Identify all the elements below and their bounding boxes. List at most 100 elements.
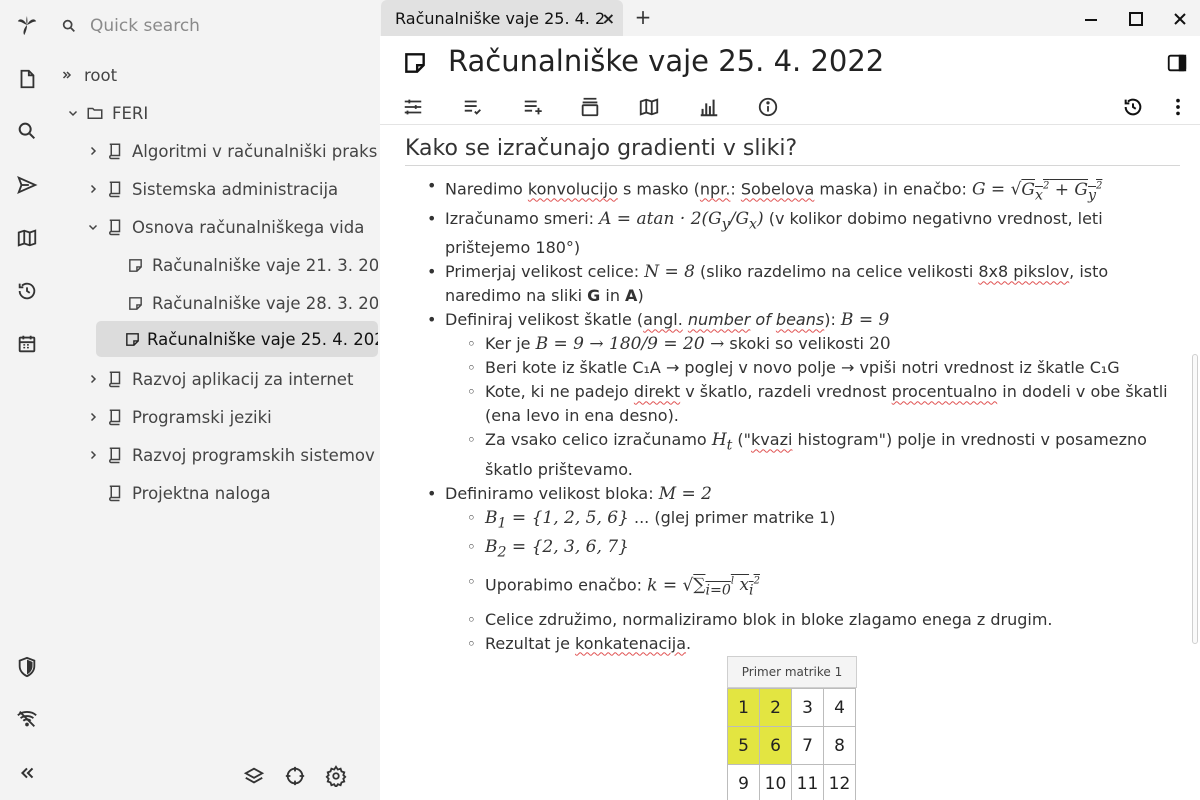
tree-item-root[interactable]: root bbox=[56, 56, 117, 94]
note-icon bbox=[124, 257, 146, 274]
chevron-right-icon[interactable] bbox=[82, 411, 104, 423]
gear-icon[interactable] bbox=[324, 764, 348, 788]
protected-session-icon[interactable] bbox=[7, 647, 47, 687]
note-title[interactable]: Računalniške vaje 25. 4. 2022 bbox=[448, 44, 884, 78]
list-item: Uporabimo enačbo: k = √∑i=0l xi2 bbox=[463, 565, 1180, 608]
table-cell: 4 bbox=[823, 688, 856, 727]
tab-active-note[interactable]: Računalniške vaje 25. 4. 2 × bbox=[381, 0, 623, 36]
chevron-down-icon[interactable] bbox=[82, 221, 104, 233]
note-map-icon[interactable] bbox=[636, 94, 662, 120]
tab-bar: Računalniške vaje 25. 4. 2 × + bbox=[380, 0, 1200, 36]
quick-search bbox=[54, 6, 374, 46]
note-content[interactable]: Kako se izračunajo gradienti v sliki? Na… bbox=[405, 136, 1180, 800]
math-gradient-magnitude: G = √Gx2 + Gy2 bbox=[971, 179, 1103, 204]
matrix-table: Primer matrike 1 1 2 3 4 5 6 7 8 9 10 11… bbox=[727, 656, 857, 800]
note-title-row: Računalniške vaje 25. 4. 2022 bbox=[380, 36, 1200, 90]
chevron-right-icon[interactable] bbox=[82, 449, 104, 461]
trilium-logo-icon[interactable] bbox=[7, 5, 47, 45]
tab-title: Računalniške vaje 25. 4. 2 bbox=[395, 8, 606, 28]
tree-item-algoritmi[interactable]: Algoritmi v računalniški praksi bbox=[82, 132, 378, 170]
window-close-icon[interactable] bbox=[1169, 8, 1191, 30]
tree-item-osnova[interactable]: Osnova računalniškega vida bbox=[82, 208, 364, 246]
add-list-icon[interactable] bbox=[520, 94, 546, 120]
checklist-icon[interactable] bbox=[460, 94, 486, 120]
sync-status-icon[interactable] bbox=[7, 699, 47, 739]
tree-item-projektna-naloga[interactable]: Projektna naloga bbox=[104, 474, 271, 512]
tree-item-label: Razvoj aplikacij za internet bbox=[132, 369, 354, 389]
table-cell: 10 bbox=[759, 764, 792, 800]
tree-item-razvoj-sistemov[interactable]: Razvoj programskih sistemov bbox=[82, 436, 375, 474]
list-item: Definiraj velikost škatle (angl. number … bbox=[423, 308, 1180, 481]
crosshair-icon[interactable] bbox=[283, 764, 307, 788]
content-heading: Kako se izračunajo gradienti v sliki? bbox=[405, 136, 1180, 166]
toggle-right-pane-icon[interactable] bbox=[1166, 52, 1188, 78]
tree-item-razvoj-aplikacij[interactable]: Razvoj aplikacij za internet bbox=[82, 360, 353, 398]
table-cell: 3 bbox=[791, 688, 824, 727]
chevron-right-icon[interactable] bbox=[82, 183, 104, 195]
list-item: B1 = {1, 2, 5, 6} ... (glej primer matri… bbox=[463, 506, 1180, 535]
history-icon[interactable] bbox=[7, 271, 47, 311]
minimize-icon[interactable] bbox=[1080, 8, 1102, 30]
tree-item-sistemska[interactable]: Sistemska administracija bbox=[82, 170, 338, 208]
note-tree-panel: root FERI Algoritmi v računalniški praks… bbox=[54, 0, 378, 800]
table-row: 9 10 11 12 bbox=[727, 764, 856, 800]
tree-item-label: FERI bbox=[112, 103, 149, 123]
table-cell: 6 bbox=[759, 726, 792, 765]
note-icon[interactable] bbox=[402, 50, 428, 80]
map-icon[interactable] bbox=[7, 218, 47, 258]
search-icon[interactable] bbox=[7, 111, 47, 151]
tree-item-label: Razvoj programskih sistemov bbox=[132, 445, 375, 465]
tree-item-label: Osnova računalniškega vida bbox=[132, 217, 365, 237]
maximize-icon[interactable] bbox=[1125, 8, 1147, 30]
layers-icon[interactable] bbox=[242, 764, 266, 788]
matrix-grid: 1 2 3 4 5 6 7 8 9 10 11 12 bbox=[727, 688, 856, 800]
folder-icon bbox=[84, 104, 106, 122]
math-norm: k = √∑i=0l xi2 bbox=[647, 575, 760, 599]
send-icon[interactable] bbox=[7, 165, 47, 205]
tree-item-vaje-28-3[interactable]: Računalniške vaje 28. 3. 2022 bbox=[124, 284, 378, 322]
math-block-size: M = 2 bbox=[658, 483, 712, 504]
quick-search-input[interactable] bbox=[90, 16, 350, 36]
book-icon bbox=[104, 180, 126, 198]
math-bin-size: B = 9 bbox=[840, 310, 890, 331]
tree-item-programski-jeziki[interactable]: Programski jeziki bbox=[82, 398, 272, 436]
list-item: Celice združimo, normaliziramo blok in b… bbox=[463, 608, 1180, 632]
table-cell: 8 bbox=[823, 726, 856, 765]
calendar-icon[interactable] bbox=[7, 324, 47, 364]
tree-item-feri[interactable]: FERI bbox=[62, 94, 148, 132]
table-cell: 12 bbox=[823, 764, 856, 800]
ribbon-divider bbox=[380, 124, 1200, 125]
chevron-right-icon[interactable] bbox=[82, 145, 104, 157]
chevron-down-icon[interactable] bbox=[62, 107, 84, 119]
note-properties-icon[interactable] bbox=[400, 94, 426, 120]
tree-footer bbox=[242, 764, 348, 788]
book-icon bbox=[104, 142, 126, 160]
list-item: Izračunamo smeri: A = atan · 2(Gy/Gx) (v… bbox=[423, 207, 1180, 260]
new-note-icon[interactable] bbox=[7, 59, 47, 99]
bar-chart-icon[interactable] bbox=[696, 94, 722, 120]
new-tab-button[interactable]: + bbox=[632, 5, 654, 29]
table-caption: Primer matrike 1 bbox=[727, 656, 857, 688]
scrollbar[interactable] bbox=[1192, 354, 1198, 644]
double-chevron-right-icon[interactable] bbox=[56, 69, 78, 81]
list-item: Za vsako celico izračunamo Ht ("kvazi hi… bbox=[463, 428, 1180, 481]
info-icon[interactable] bbox=[755, 94, 781, 120]
chevron-right-icon[interactable] bbox=[82, 373, 104, 385]
more-menu-icon[interactable] bbox=[1165, 94, 1191, 120]
tree-item-label: Projektna naloga bbox=[132, 483, 271, 503]
content-list: Naredimo konvolucijo s masko (npr.: Sobe… bbox=[423, 174, 1180, 656]
tree-item-label: Računalniške vaje 21. 3. 2022 bbox=[152, 255, 378, 275]
note-detail: Računalniške vaje 25. 4. 2022 Kako se iz… bbox=[380, 36, 1200, 800]
close-tab-icon[interactable]: × bbox=[602, 9, 615, 28]
collapse-launcher-icon[interactable] bbox=[7, 753, 47, 793]
tree-item-vaje-25-4[interactable]: Računalniške vaje 25. 4. 2022 bbox=[96, 321, 378, 357]
table-cell: 1 bbox=[727, 688, 760, 727]
collection-icon[interactable] bbox=[577, 94, 603, 120]
tree-item-vaje-21-3[interactable]: Računalniške vaje 21. 3. 2022 bbox=[124, 246, 378, 284]
table-cell: 9 bbox=[727, 764, 760, 800]
book-icon bbox=[104, 408, 126, 426]
tree-item-label: Algoritmi v računalniški praksi bbox=[132, 141, 378, 161]
table-cell: 2 bbox=[759, 688, 792, 727]
note-icon bbox=[124, 295, 146, 312]
note-revisions-icon[interactable] bbox=[1120, 94, 1146, 120]
